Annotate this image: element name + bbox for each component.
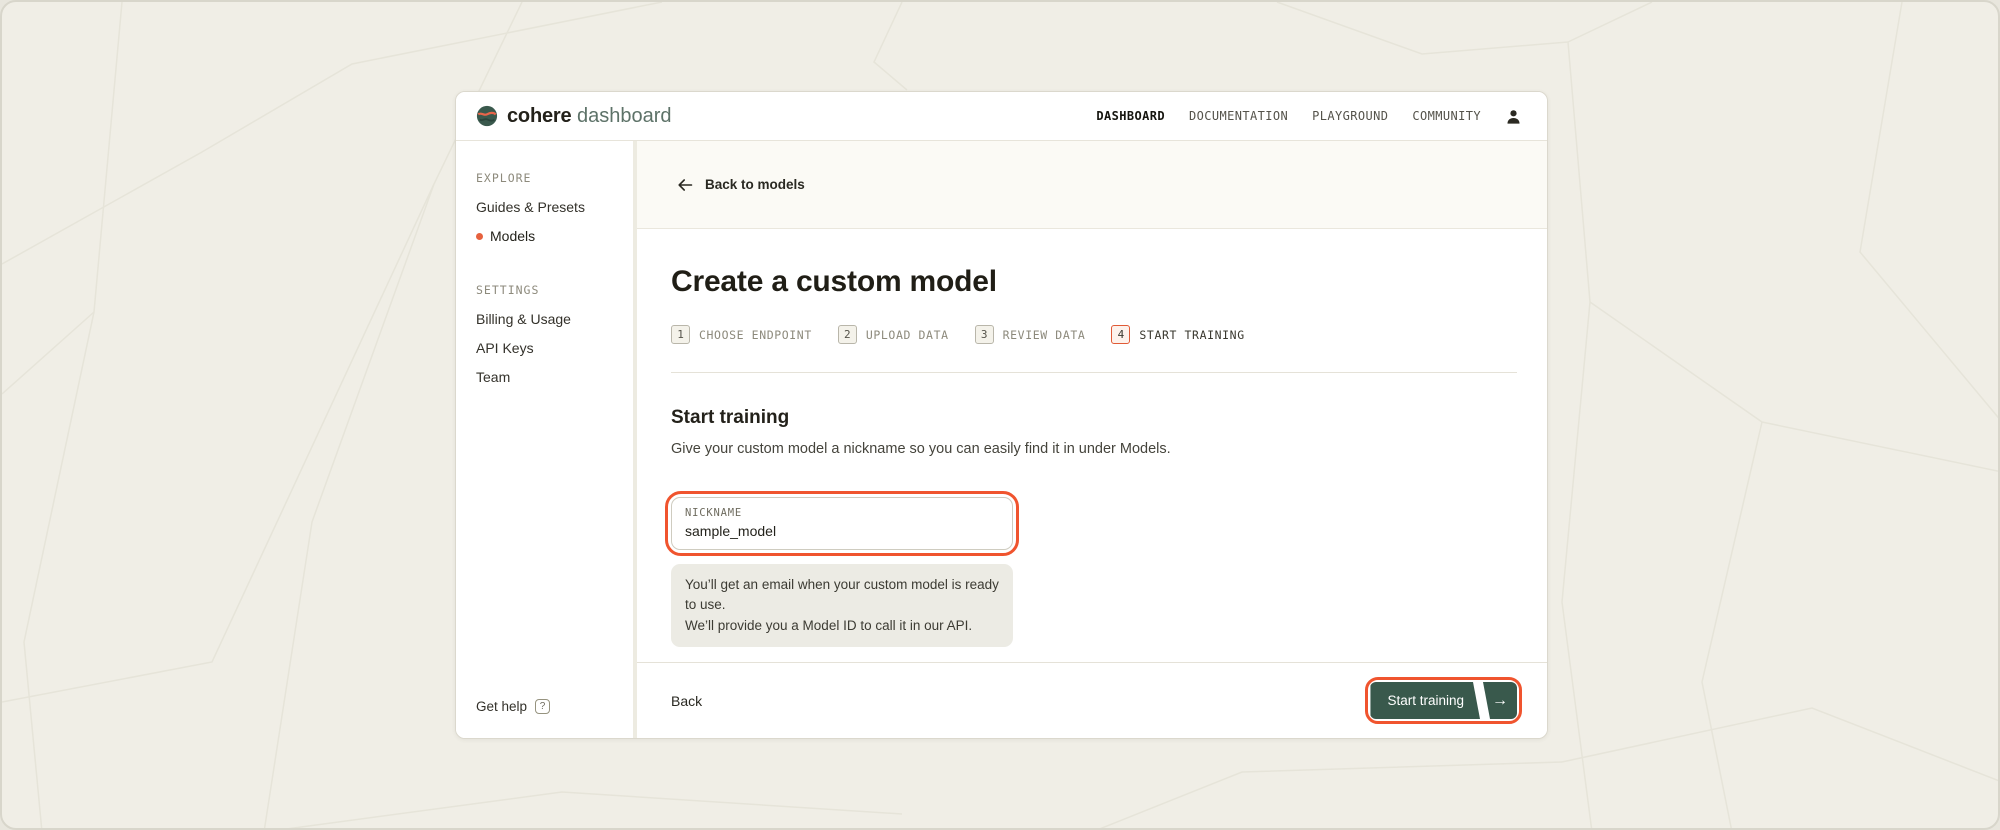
brand-suffix: dashboard [577,105,672,127]
question-mark-icon: ? [535,699,550,714]
step-choose-endpoint: 1 CHOOSE ENDPOINT [671,325,812,344]
page-title: Create a custom model [671,265,1517,299]
sidebar-heading-explore: EXPLORE [476,171,619,185]
sidebar: EXPLORE Guides & Presets Models SETTINGS… [456,141,637,738]
step-label: START TRAINING [1139,328,1244,342]
app-window: cohere dashboard DASHBOARD DOCUMENTATION… [455,91,1548,739]
step-upload-data: 2 UPLOAD DATA [838,325,949,344]
sidebar-heading-settings: SETTINGS [476,283,619,297]
nickname-field-label: NICKNAME [685,507,999,519]
step-label: UPLOAD DATA [866,328,949,342]
page-background: cohere dashboard DASHBOARD DOCUMENTATION… [0,0,2000,830]
step-label: REVIEW DATA [1003,328,1086,342]
wizard-footer: Back Start training → [637,662,1547,738]
arrow-left-icon [677,177,693,193]
get-help-label: Get help [476,699,527,714]
nav-dashboard[interactable]: DASHBOARD [1096,109,1165,123]
sidebar-item-label: Billing & Usage [476,311,571,327]
wizard-stepper: 1 CHOOSE ENDPOINT 2 UPLOAD DATA 3 REVIEW… [671,325,1517,344]
step-number: 2 [838,325,857,344]
email-info-note: You’ll get an email when your custom mod… [671,564,1013,647]
back-to-models-label: Back to models [705,177,805,192]
step-number: 1 [671,325,690,344]
cohere-logo[interactable]: cohere dashboard [476,105,671,128]
sidebar-item-team[interactable]: Team [476,369,619,385]
brand-name: cohere [507,105,571,127]
sidebar-item-label: Models [490,228,535,244]
info-line: We’ll provide you a Model ID to call it … [685,616,999,636]
user-account-button[interactable] [1505,108,1522,125]
nav-playground[interactable]: PLAYGROUND [1312,109,1388,123]
sidebar-item-label: Team [476,369,510,385]
step-number: 4 [1111,325,1130,344]
sidebar-item-guides-presets[interactable]: Guides & Presets [476,199,619,215]
step-label: CHOOSE ENDPOINT [699,328,812,342]
top-navigation-bar: cohere dashboard DASHBOARD DOCUMENTATION… [456,92,1547,141]
start-training-heading: Start training [671,407,1517,429]
step-start-training: 4 START TRAINING [1111,325,1244,344]
back-to-models-link[interactable]: Back to models [677,177,805,193]
arrow-right-icon: → [1483,682,1517,719]
start-training-highlight-ring: Start training → [1370,682,1517,719]
active-page-dot-icon [476,233,483,240]
get-help-link[interactable]: Get help ? [476,699,619,714]
back-button[interactable]: Back [671,693,702,709]
nav-documentation[interactable]: DOCUMENTATION [1189,109,1288,123]
start-training-description: Give your custom model a nickname so you… [671,441,1517,457]
step-review-data: 3 REVIEW DATA [975,325,1086,344]
top-nav-links: DASHBOARD DOCUMENTATION PLAYGROUND COMMU… [1096,108,1522,125]
main-content: Back to models Create a custom model 1 C… [637,141,1547,738]
nickname-input[interactable] [685,523,999,539]
info-line: You’ll get an email when your custom mod… [685,575,999,616]
cohere-logo-icon [476,105,498,127]
user-icon [1505,108,1522,125]
sidebar-item-models[interactable]: Models [476,228,619,244]
sidebar-item-api-keys[interactable]: API Keys [476,340,619,356]
step-number: 3 [975,325,994,344]
start-training-button-label: Start training [1370,682,1480,719]
sidebar-item-billing-usage[interactable]: Billing & Usage [476,311,619,327]
nickname-field-group: NICKNAME [671,497,1013,550]
divider [671,372,1517,373]
sidebar-item-label: API Keys [476,340,534,356]
start-training-button[interactable]: Start training → [1370,682,1517,719]
nickname-highlight-ring: NICKNAME [671,497,1013,550]
sidebar-item-label: Guides & Presets [476,199,585,215]
nav-community[interactable]: COMMUNITY [1412,109,1481,123]
back-row: Back to models [637,141,1547,229]
